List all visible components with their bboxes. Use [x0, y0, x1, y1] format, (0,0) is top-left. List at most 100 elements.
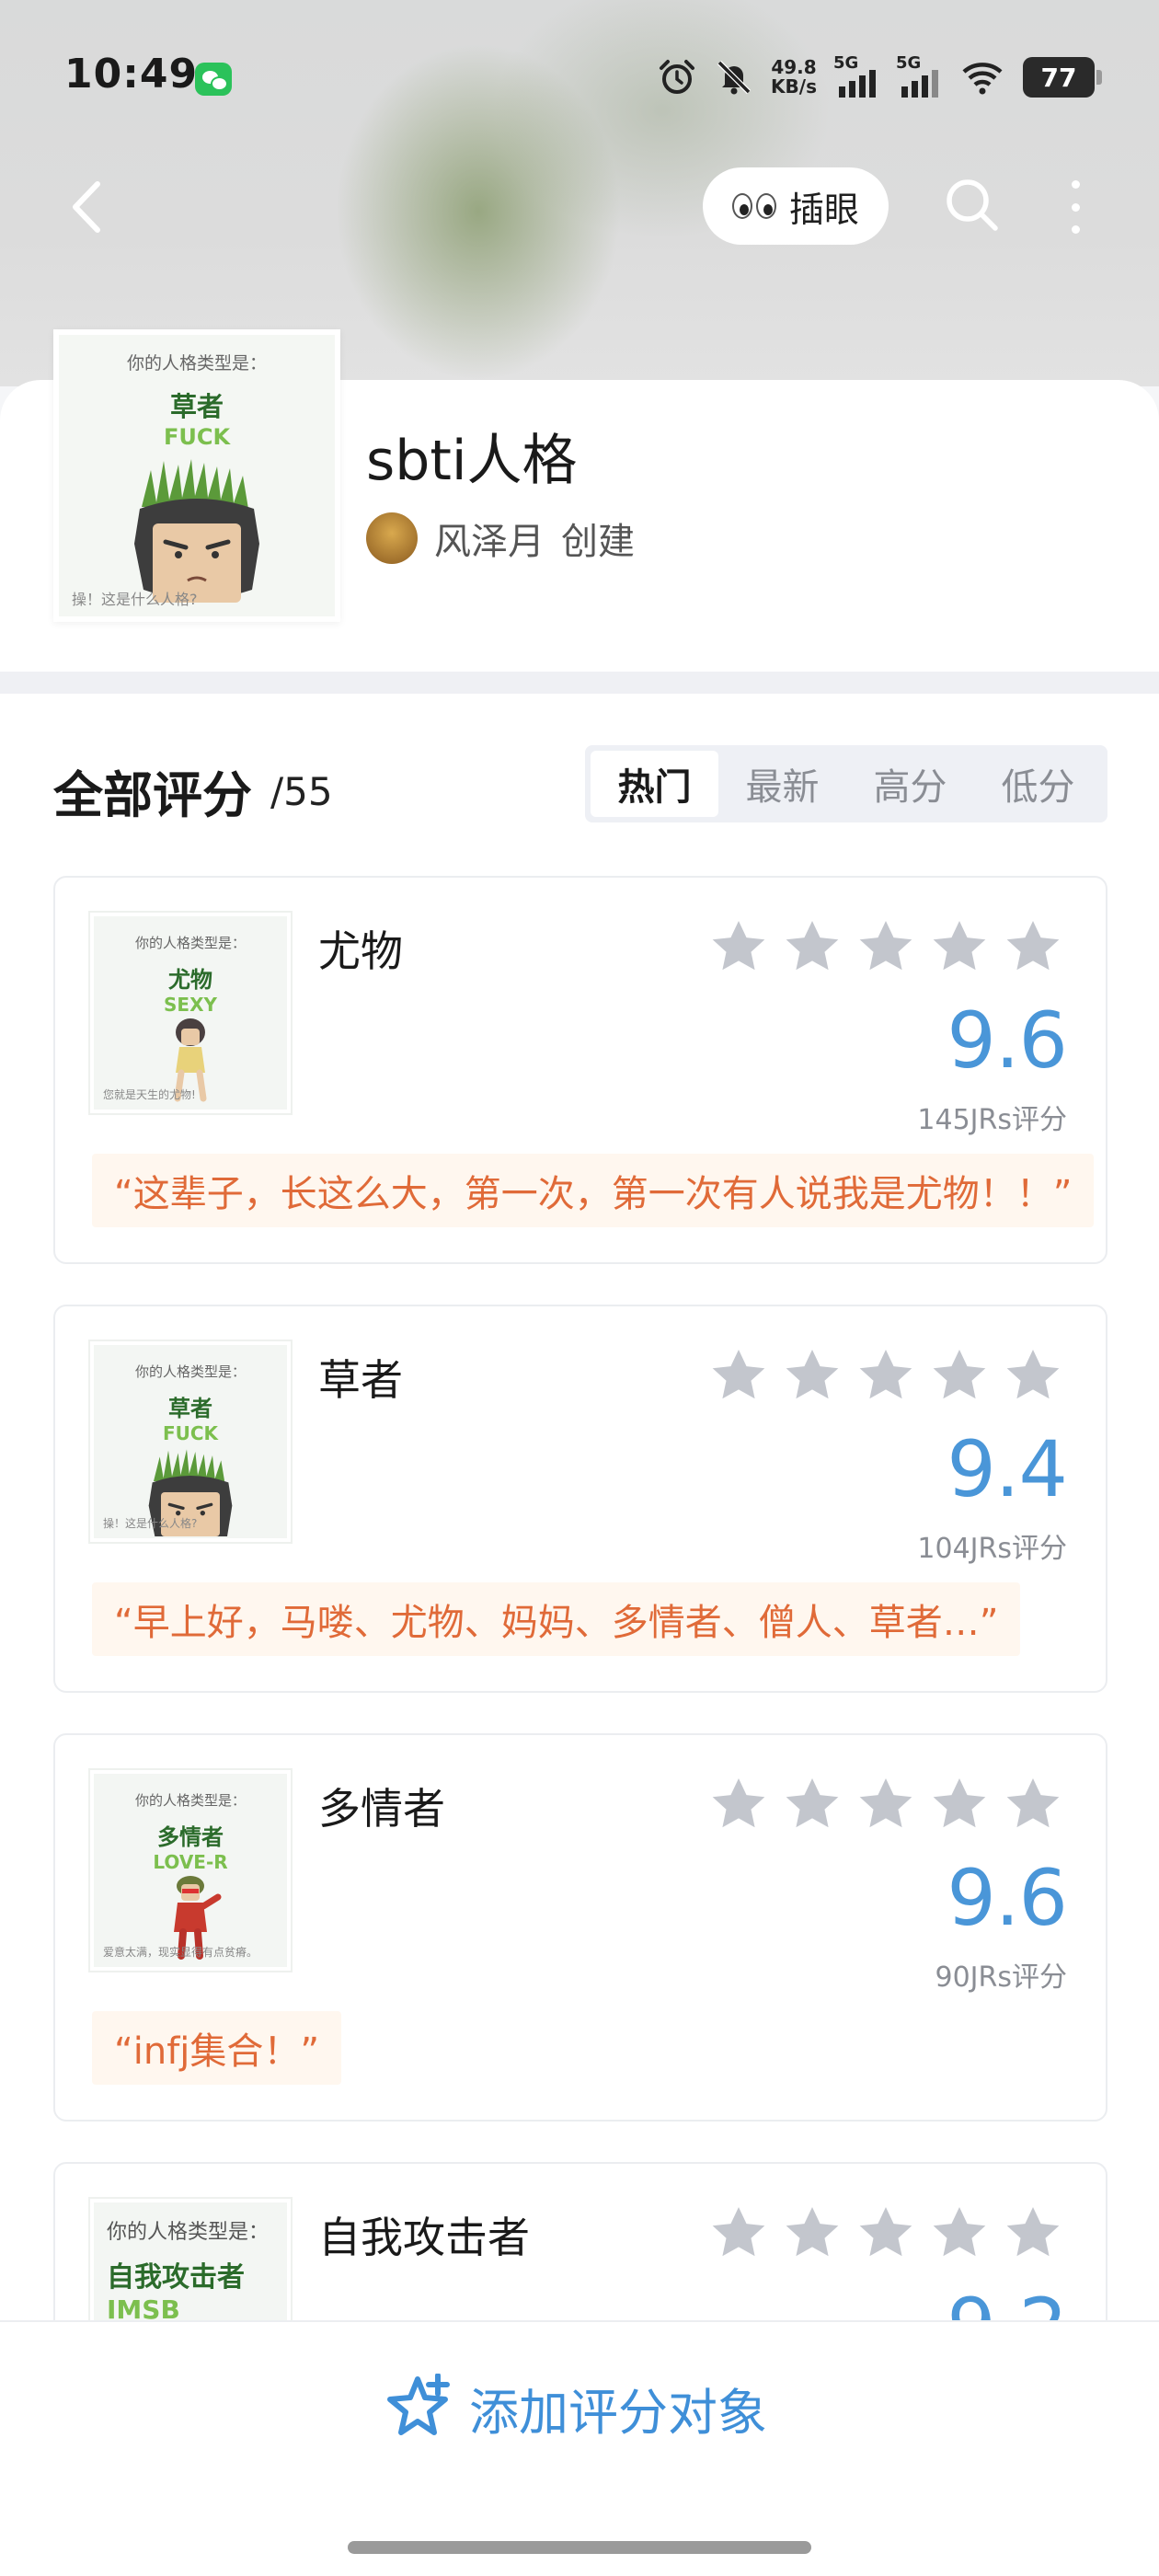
battery-indicator: 77 — [1023, 57, 1102, 98]
creator-avatar[interactable] — [366, 512, 418, 564]
thumb-type-name: 多情者 — [157, 1824, 224, 1850]
back-arrow-icon[interactable] — [63, 175, 112, 239]
tab-low-score[interactable]: 低分 — [974, 751, 1102, 817]
grass-head-illustration — [134, 459, 259, 603]
review-target-name: 尤物 — [318, 926, 403, 976]
eyes-icon — [731, 193, 776, 219]
star-rating — [708, 2202, 1063, 2263]
thumb-footer: 操！这是什么人格? — [103, 1517, 198, 1530]
signal-sim2: 5G — [896, 53, 942, 98]
tab-latest[interactable]: 最新 — [718, 751, 846, 817]
star-rating — [708, 916, 1063, 977]
peek-button[interactable]: 插眼 — [703, 167, 889, 245]
cover-footer-text: 操！这是什么人格? — [72, 591, 198, 608]
signal-sim1: 5G — [833, 53, 879, 98]
mute-bell-icon — [717, 60, 752, 95]
review-card[interactable]: 你的人格类型是： 草者 FUCK 操！这是什么人格? 草者 9.4 104JRs… — [53, 1305, 1107, 1693]
star-icon — [859, 2206, 912, 2257]
star-icon — [933, 1777, 986, 1828]
top-comment[interactable]: “这辈子，长这么大，第一次，第一次有人说我是尤物！！” — [92, 1154, 1095, 1227]
creator-info[interactable]: 风泽月 创建 — [366, 512, 635, 565]
creator-name[interactable]: 风泽月 — [434, 512, 545, 565]
thumb-footer: 您就是天生的尤物! — [103, 1088, 196, 1101]
bottom-action-bar — [0, 2320, 1159, 2576]
review-score: 9.4 — [947, 1424, 1068, 1514]
review-thumbnail: 你的人格类型是： 多情者 LOVE-R 爱意太满，现实显得有点贫瘠。 — [90, 1770, 291, 1971]
wifi-icon — [962, 63, 1003, 95]
signal-bars-icon — [839, 70, 876, 98]
thumb-footer: 爱意太满，现实显得有点贫瘠。 — [103, 1946, 258, 1959]
star-icon — [712, 1777, 765, 1828]
section-divider — [0, 672, 1159, 694]
status-time: 10:49 — [64, 51, 199, 98]
star-icon — [1006, 1349, 1060, 1399]
cover-top-text: 你的人格类型是： — [126, 353, 267, 374]
star-icon — [712, 2206, 765, 2257]
thumb-type-name: 自我攻击者 — [107, 2261, 245, 2294]
status-icons: 49.8 KB/s 5G 5G 77 — [657, 53, 1102, 101]
star-icon — [933, 2206, 986, 2257]
search-icon[interactable] — [942, 175, 1003, 236]
signal-bars-icon — [901, 70, 938, 98]
peek-label: 插眼 — [788, 189, 859, 230]
star-icon — [933, 920, 986, 971]
reviews-section-title: 全部评分 — [53, 766, 252, 824]
thumb-top-text: 你的人格类型是： — [134, 935, 246, 951]
star-icon — [712, 1349, 765, 1399]
star-icon — [712, 920, 765, 971]
cover-type-name: 草者 — [169, 391, 224, 422]
star-icon — [786, 920, 839, 971]
star-icon — [933, 1349, 986, 1399]
star-plus-icon — [387, 2373, 450, 2435]
thumb-top-text: 你的人格类型是： — [134, 1792, 246, 1809]
star-icon — [786, 1349, 839, 1399]
review-score: 9.6 — [947, 995, 1068, 1086]
review-thumbnail: 你的人格类型是： 草者 FUCK 操！这是什么人格? — [90, 1341, 291, 1542]
review-thumbnail: 你的人格类型是： 尤物 SEXY 您就是天生的尤物! — [90, 913, 291, 1113]
star-icon — [859, 1349, 912, 1399]
review-target-name: 草者 — [318, 1355, 403, 1405]
collection-title: sbti人格 — [366, 429, 578, 493]
star-icon — [859, 920, 912, 971]
status-bar: 10:49 49.8 KB/s 5G 5G 77 — [0, 0, 1159, 156]
collection-cover-image: 你的人格类型是： 草者 FUCK 操！这是什么人格? — [53, 329, 340, 622]
thumb-type-code: LOVE-R — [153, 1851, 228, 1873]
review-target-name: 自我攻击者 — [318, 2213, 530, 2262]
review-score: 9.6 — [947, 1853, 1068, 1943]
top-comment[interactable]: “infj集合！” — [92, 2011, 342, 2085]
thumb-type-name: 尤物 — [168, 967, 212, 993]
top-comment[interactable]: “早上好，马喽、尤物、妈妈、多情者、僧人、草者…” — [92, 1582, 1021, 1656]
review-rating-count: 104JRs评分 — [917, 1533, 1067, 1565]
sort-tabs: 热门 最新 高分 低分 — [585, 745, 1107, 822]
add-rating-target-button[interactable]: 添加评分对象 — [383, 2372, 767, 2444]
star-rating — [708, 1774, 1063, 1834]
review-card[interactable]: 你的人格类型是： 尤物 SEXY 您就是天生的尤物! 尤物 9.6 145JRs… — [53, 876, 1107, 1264]
home-indicator[interactable] — [348, 2541, 811, 2554]
cover-type-code: FUCK — [163, 424, 231, 450]
star-rating — [708, 1345, 1063, 1406]
thumb-top-text: 你的人格类型是： — [134, 1363, 246, 1380]
wechat-notification-icon — [195, 63, 232, 96]
thumb-type-code: SEXY — [164, 994, 217, 1016]
creator-suffix: 创建 — [561, 521, 635, 563]
review-card[interactable]: 你的人格类型是： 多情者 LOVE-R 爱意太满，现实显得有点贫瘠。 多情者 9… — [53, 1733, 1107, 2122]
star-icon — [859, 1777, 912, 1828]
review-target-name: 多情者 — [318, 1784, 445, 1834]
network-speed-unit: KB/s — [771, 75, 817, 98]
tab-hot[interactable]: 热门 — [591, 751, 718, 817]
thumb-top-text: 你的人格类型是： — [107, 2221, 270, 2244]
star-icon — [1006, 2206, 1060, 2257]
alarm-icon — [660, 60, 695, 94]
network-speed: 49.8 KB/s — [771, 58, 817, 97]
review-rating-count: 90JRs评分 — [935, 1961, 1068, 1994]
network-speed-value: 49.8 — [771, 56, 817, 78]
tab-high-score[interactable]: 高分 — [846, 751, 974, 817]
review-rating-count: 145JRs评分 — [917, 1104, 1067, 1136]
star-icon — [786, 1777, 839, 1828]
star-icon — [1006, 920, 1060, 971]
star-icon — [1006, 1777, 1060, 1828]
thumb-type-code: FUCK — [162, 1422, 219, 1444]
reviews-total-count: /55 — [270, 769, 333, 814]
more-options-icon[interactable] — [1058, 175, 1093, 239]
star-icon — [786, 2206, 839, 2257]
